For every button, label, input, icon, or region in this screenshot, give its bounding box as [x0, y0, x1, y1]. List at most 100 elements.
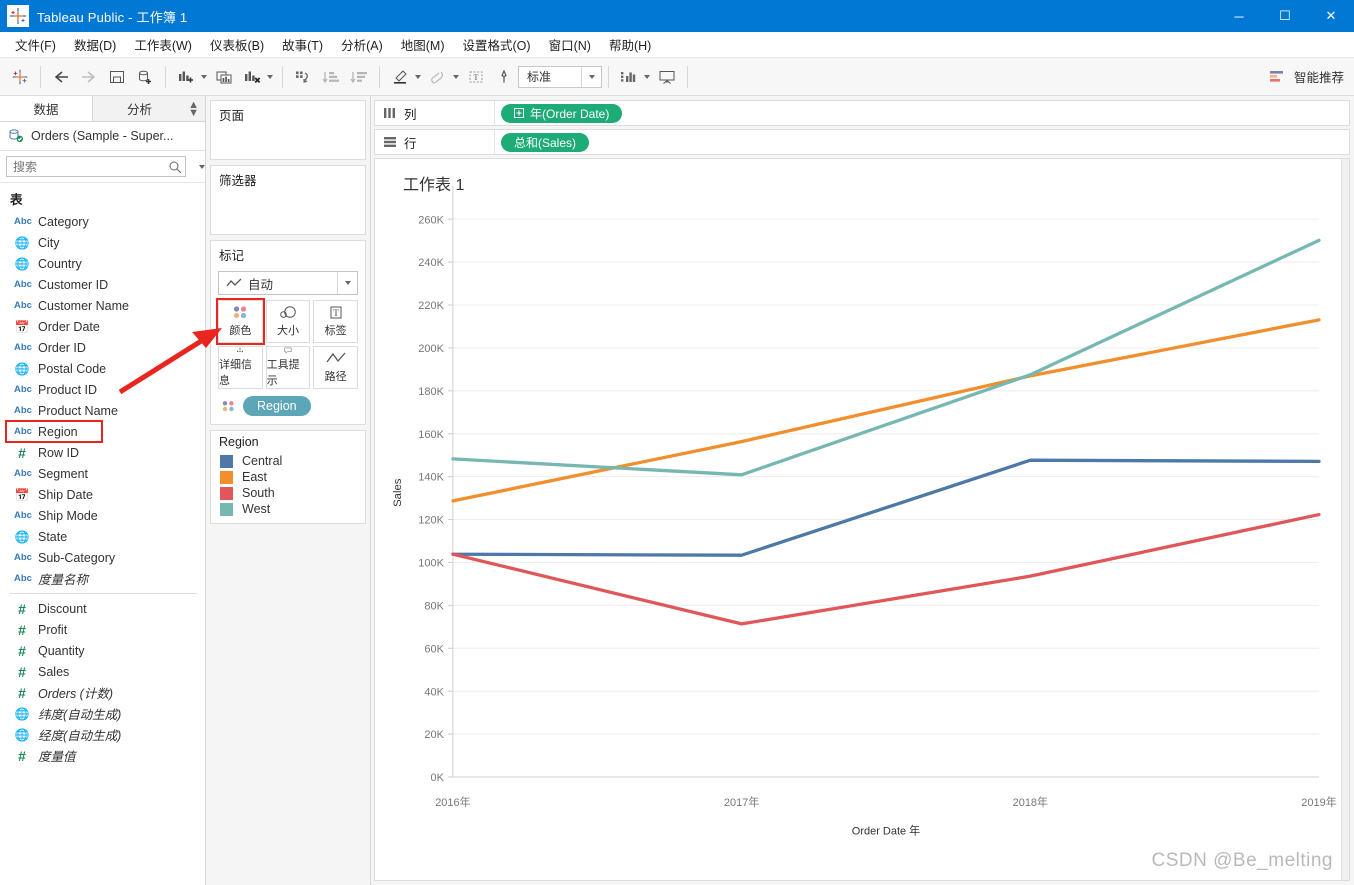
- tab-data[interactable]: 数据: [0, 96, 93, 121]
- field-segment[interactable]: Abc Segment: [0, 463, 205, 484]
- pane-collapse-icon[interactable]: ▲ ▼: [188, 100, 199, 119]
- fit-dropdown[interactable]: 标准: [518, 65, 602, 88]
- field-city[interactable]: 🌐 City: [0, 232, 205, 253]
- mark-type-dropdown[interactable]: 自动: [218, 271, 358, 295]
- chevron-down-icon[interactable]: [201, 74, 207, 79]
- field-row-id[interactable]: # Row ID: [0, 442, 205, 463]
- field-orders-count[interactable]: # Orders (计数): [0, 682, 205, 703]
- columns-pill[interactable]: 年(Order Date): [501, 103, 623, 123]
- menu-help[interactable]: 帮助(H): [600, 32, 660, 57]
- chevron-down-icon[interactable]: [453, 74, 459, 79]
- show-me-button[interactable]: 智能推荐: [1269, 67, 1344, 86]
- highlight-icon[interactable]: [386, 64, 414, 90]
- plus-box-icon[interactable]: [514, 108, 524, 118]
- clear-sheet-icon[interactable]: [238, 64, 266, 90]
- menu-format[interactable]: 设置格式(O): [454, 32, 540, 57]
- minimize-button[interactable]: ─: [1216, 0, 1262, 32]
- chevron-down-icon[interactable]: [581, 66, 601, 87]
- maximize-button[interactable]: ☐: [1262, 0, 1308, 32]
- field-customer-name[interactable]: Abc Customer Name: [0, 295, 205, 316]
- field-sub-category[interactable]: Abc Sub-Category: [0, 547, 205, 568]
- line-chart[interactable]: 0K 20K 40K 60K 80K 100K 120K 140K 160K 180K 200K 22…: [375, 159, 1349, 880]
- field-discount[interactable]: # Discount: [0, 598, 205, 619]
- sort-descending-icon[interactable]: [345, 64, 373, 90]
- field-state[interactable]: 🌐 State: [0, 526, 205, 547]
- field-customer-id[interactable]: Abc Customer ID: [0, 274, 205, 295]
- data-source-item[interactable]: Orders (Sample - Super...: [0, 122, 205, 151]
- menu-data[interactable]: 数据(D): [65, 32, 125, 57]
- new-worksheet-icon[interactable]: [172, 64, 200, 90]
- chevron-down-icon[interactable]: [199, 164, 205, 169]
- filters-card[interactable]: 筛选器: [210, 165, 366, 235]
- chevron-down-icon[interactable]: [267, 74, 273, 79]
- menu-story[interactable]: 故事(T): [273, 32, 332, 57]
- chevron-down-icon[interactable]: [644, 74, 650, 79]
- pages-card[interactable]: 页面: [210, 100, 366, 160]
- rows-pill[interactable]: 总和(Sales): [501, 132, 590, 152]
- legend-item-east[interactable]: East: [211, 469, 365, 485]
- field-category[interactable]: Abc Category: [0, 211, 205, 232]
- tab-analytics[interactable]: 分析: [93, 96, 186, 121]
- presentation-mode-icon[interactable]: [653, 64, 681, 90]
- tableau-home-icon[interactable]: [6, 64, 34, 90]
- fix-axes-icon[interactable]: [490, 64, 518, 90]
- field-quantity[interactable]: # Quantity: [0, 640, 205, 661]
- menu-worksheet[interactable]: 工作表(W): [125, 32, 201, 57]
- chevron-down-icon[interactable]: [415, 74, 421, 79]
- duplicate-sheet-icon[interactable]: [210, 64, 238, 90]
- menu-window[interactable]: 窗口(N): [540, 32, 600, 57]
- vertical-scrollbar[interactable]: [1341, 159, 1349, 880]
- marks-tooltip-button[interactable]: 工具提示: [265, 346, 311, 389]
- line-series-south[interactable]: [451, 512, 1321, 626]
- menu-dashboard[interactable]: 仪表板(B): [201, 32, 273, 57]
- field-profit[interactable]: # Profit: [0, 619, 205, 640]
- field-sales[interactable]: # Sales: [0, 661, 205, 682]
- show-labels-icon[interactable]: T: [462, 64, 490, 90]
- menu-file[interactable]: 文件(F): [6, 32, 65, 57]
- marks-size-button[interactable]: 大小: [265, 300, 311, 343]
- new-data-source-icon[interactable]: [131, 64, 159, 90]
- search-field[interactable]: [13, 159, 168, 174]
- field-country[interactable]: 🌐 Country: [0, 253, 205, 274]
- menu-map[interactable]: 地图(M): [392, 32, 454, 57]
- chevron-down-icon[interactable]: [337, 272, 357, 294]
- back-arrow-icon[interactable]: [47, 64, 75, 90]
- field-measure-values[interactable]: # 度量值: [0, 745, 205, 766]
- save-icon[interactable]: [103, 64, 131, 90]
- field-product-name[interactable]: Abc Product Name: [0, 400, 205, 421]
- search-icon[interactable]: [168, 160, 182, 174]
- legend-item-central[interactable]: Central: [211, 453, 365, 469]
- field-region[interactable]: Abc Region: [5, 420, 103, 443]
- line-series-west[interactable]: [451, 238, 1321, 477]
- search-input[interactable]: [6, 156, 186, 177]
- marks-color-button[interactable]: 颜色: [216, 298, 265, 345]
- columns-shelf-drop[interactable]: 年(Order Date): [495, 101, 1349, 125]
- field-order-id[interactable]: Abc Order ID: [0, 337, 205, 358]
- rows-shelf[interactable]: 行 总和(Sales): [374, 129, 1350, 155]
- field-product-id[interactable]: Abc Product ID: [0, 379, 205, 400]
- marks-label-button[interactable]: T 标签: [313, 300, 358, 343]
- marks-region-pill[interactable]: Region: [243, 396, 311, 416]
- field-longitude[interactable]: 🌐 经度(自动生成): [0, 724, 205, 745]
- forward-arrow-icon[interactable]: [75, 64, 103, 90]
- field-label: Customer ID: [38, 277, 109, 292]
- group-icon[interactable]: [424, 64, 452, 90]
- swap-axes-icon[interactable]: [289, 64, 317, 90]
- legend-item-south[interactable]: South: [211, 485, 365, 501]
- show-cards-icon[interactable]: [615, 64, 643, 90]
- legend-item-west[interactable]: West: [211, 501, 365, 517]
- field-order-date[interactable]: 📅 Order Date: [0, 316, 205, 337]
- menu-analysis[interactable]: 分析(A): [332, 32, 392, 57]
- sort-ascending-icon[interactable]: [317, 64, 345, 90]
- marks-path-button[interactable]: 路径: [313, 346, 358, 389]
- marks-detail-button[interactable]: 详细信息: [218, 346, 263, 389]
- columns-shelf[interactable]: 列 年(Order Date): [374, 100, 1350, 126]
- field-latitude[interactable]: 🌐 纬度(自动生成): [0, 703, 205, 724]
- rows-shelf-drop[interactable]: 总和(Sales): [495, 130, 1349, 154]
- field-ship-date[interactable]: 📅 Ship Date: [0, 484, 205, 505]
- close-button[interactable]: ✕: [1308, 0, 1354, 32]
- field-postal-code[interactable]: 🌐 Postal Code: [0, 358, 205, 379]
- field-ship-mode[interactable]: Abc Ship Mode: [0, 505, 205, 526]
- field-measure-names[interactable]: Abc 度量名称: [0, 568, 205, 589]
- line-series-east[interactable]: [451, 318, 1321, 503]
